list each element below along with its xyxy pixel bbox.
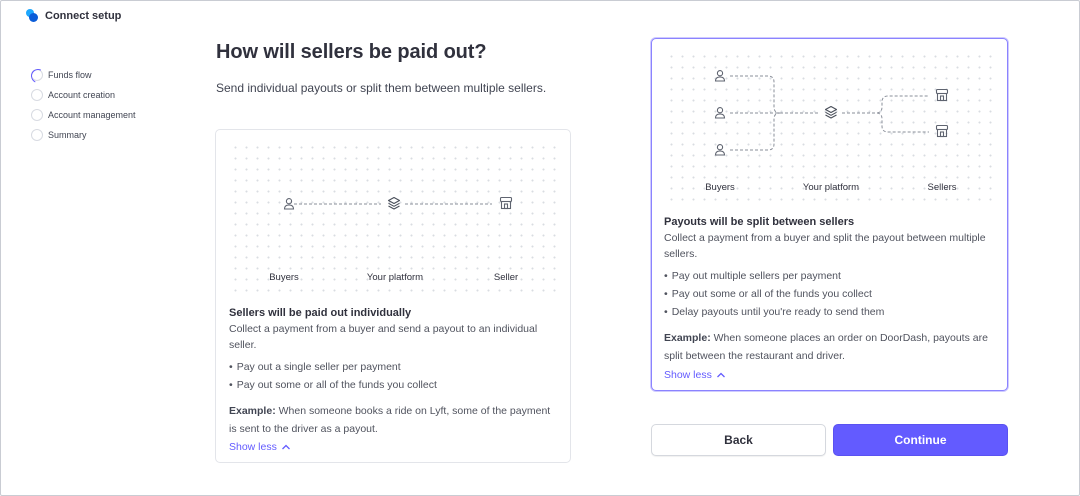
example-text: When someone places an order on DoorDash… — [664, 332, 988, 362]
bullet-item: Pay out multiple sellers per payment — [664, 267, 999, 285]
diagram-label-platform: Your platform — [366, 272, 424, 283]
diagram-label-buyers: Buyers — [269, 272, 299, 283]
diagram-label-platform: Your platform — [802, 182, 860, 193]
option-description: Collect a payment from a buyer and split… — [664, 232, 986, 260]
diagram-label-seller: Seller — [493, 272, 519, 283]
step-account-creation[interactable]: Account creation — [31, 85, 136, 105]
chevron-up-icon — [716, 372, 725, 378]
step-circle-icon — [31, 129, 43, 141]
layers-icon — [387, 196, 401, 210]
option-title: Sellers will be paid out individually — [229, 307, 412, 319]
back-button[interactable]: Back — [651, 424, 826, 456]
stripe-connect-logo-icon — [25, 9, 39, 23]
bullet-item: Pay out some or all of the funds you col… — [664, 285, 999, 303]
continue-button[interactable]: Continue — [833, 424, 1008, 456]
option-example: Example: When someone places an order on… — [664, 329, 999, 365]
diagram-label-buyers: Buyers — [705, 182, 735, 193]
store-icon — [499, 196, 513, 210]
diagram-label-sellers: Sellers — [927, 182, 957, 193]
funds-flow-diagram-split — [714, 70, 949, 156]
step-progress-icon — [31, 69, 43, 81]
store-icon — [935, 88, 949, 102]
step-label: Funds flow — [48, 70, 92, 80]
user-icon — [714, 144, 726, 156]
step-label: Account creation — [48, 90, 116, 100]
store-icon — [935, 124, 949, 138]
step-label: Summary — [48, 130, 87, 140]
show-less-label: Show less — [664, 369, 712, 381]
option-card-individual[interactable]: Buyers Your platform Seller Sellers will… — [215, 129, 571, 463]
step-account-management[interactable]: Account management — [31, 105, 136, 125]
step-circle-icon — [31, 89, 43, 101]
chevron-up-icon — [281, 444, 290, 450]
user-icon — [714, 70, 726, 82]
funds-flow-diagram-individual — [283, 196, 513, 210]
page-subtitle: Send individual payouts or split them be… — [216, 81, 547, 95]
option-title: Payouts will be split between sellers — [664, 216, 855, 228]
bullet-item: Pay out a single seller per payment — [229, 358, 564, 376]
option-bullet-list: Pay out multiple sellers per payment Pay… — [664, 267, 999, 321]
step-summary[interactable]: Summary — [31, 125, 136, 145]
show-less-link[interactable]: Show less — [664, 369, 726, 381]
show-less-label: Show less — [229, 441, 277, 453]
app-header: Connect setup — [25, 9, 121, 23]
step-label: Account management — [48, 110, 136, 120]
window: Connect setup Funds flow Account creatio… — [0, 0, 1080, 496]
bullet-item: Pay out some or all of the funds you col… — [229, 376, 564, 394]
setup-steps-nav: Funds flow Account creation Account mana… — [31, 65, 136, 145]
step-circle-icon — [31, 109, 43, 121]
user-icon — [283, 198, 295, 210]
option-card-split[interactable]: Buyers Your platform Sellers Payouts wil… — [651, 38, 1008, 391]
example-label: Example: — [664, 332, 711, 344]
user-icon — [714, 107, 726, 119]
page-title: How will sellers be paid out? — [216, 41, 487, 63]
example-label: Example: — [229, 405, 276, 417]
app-title: Connect setup — [45, 10, 122, 22]
step-funds-flow[interactable]: Funds flow — [31, 65, 136, 85]
example-text: When someone books a ride on Lyft, some … — [229, 405, 551, 435]
option-example: Example: When someone books a ride on Ly… — [229, 402, 559, 438]
layers-icon — [824, 105, 838, 119]
bullet-item: Delay payouts until you're ready to send… — [664, 303, 999, 321]
show-less-link[interactable]: Show less — [229, 441, 291, 453]
option-bullet-list: Pay out a single seller per payment Pay … — [229, 358, 564, 394]
option-description: Collect a payment from a buyer and send … — [229, 323, 538, 351]
